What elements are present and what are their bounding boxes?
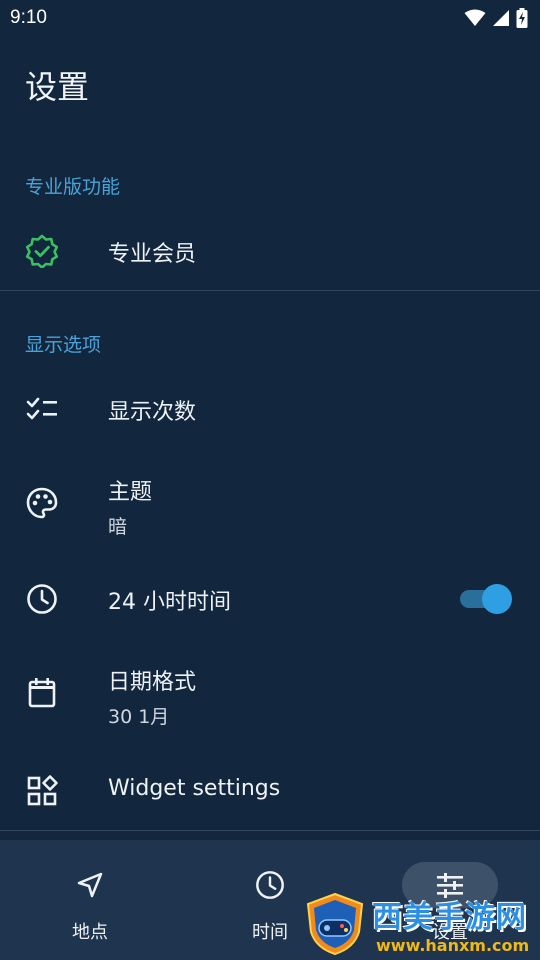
nav-label-places: 地点: [72, 922, 108, 943]
widgets-icon: [24, 773, 60, 809]
widget-settings-label: Widget settings: [108, 776, 281, 801]
gamepad-shield-logo: [306, 892, 364, 956]
section-divider: [0, 290, 540, 291]
cell-signal-icon: [493, 10, 509, 26]
widget-settings-item[interactable]: Widget settings: [0, 764, 540, 818]
24-hour-time-item[interactable]: 24 小时时间: [0, 572, 540, 626]
verified-badge-icon: [24, 233, 60, 269]
palette-icon: [24, 485, 60, 521]
toggle-thumb: [482, 584, 512, 614]
pro-membership-label: 专业会员: [108, 242, 197, 267]
navigation-arrow-icon: [42, 862, 138, 908]
watermark: 西美手游网 www.hanxm.com: [300, 890, 540, 960]
section-header-display: 显示选项: [25, 334, 102, 356]
display-count-label: 显示次数: [108, 400, 197, 425]
wifi-icon: [464, 9, 486, 26]
page-title: 设置: [25, 68, 90, 106]
clock-icon: [24, 581, 60, 617]
battery-charging-icon: [516, 8, 528, 28]
date-format-value: 30 1月: [108, 706, 170, 728]
24-hour-time-label: 24 小时时间: [108, 590, 231, 615]
status-time: 9:10: [10, 7, 47, 28]
section-header-pro: 专业版功能: [25, 176, 121, 198]
checklist-icon: [24, 391, 60, 427]
nav-item-places[interactable]: 地点: [0, 840, 180, 960]
date-format-item[interactable]: 日期格式 30 1月: [0, 656, 540, 732]
pro-membership-item[interactable]: 专业会员: [0, 224, 540, 278]
status-icons: [464, 8, 528, 28]
status-bar: 9:10: [0, 0, 540, 36]
watermark-url: www.hanxm.com: [376, 936, 530, 955]
watermark-text: 西美手游网: [372, 900, 527, 935]
24-hour-time-toggle[interactable]: [460, 582, 512, 614]
date-format-label: 日期格式: [108, 670, 197, 695]
calendar-icon: [24, 675, 60, 711]
section-divider: [0, 830, 540, 831]
display-count-item[interactable]: 显示次数: [0, 382, 540, 436]
theme-value: 暗: [108, 516, 128, 538]
theme-item[interactable]: 主题 暗: [0, 466, 540, 542]
theme-label: 主题: [108, 480, 153, 505]
